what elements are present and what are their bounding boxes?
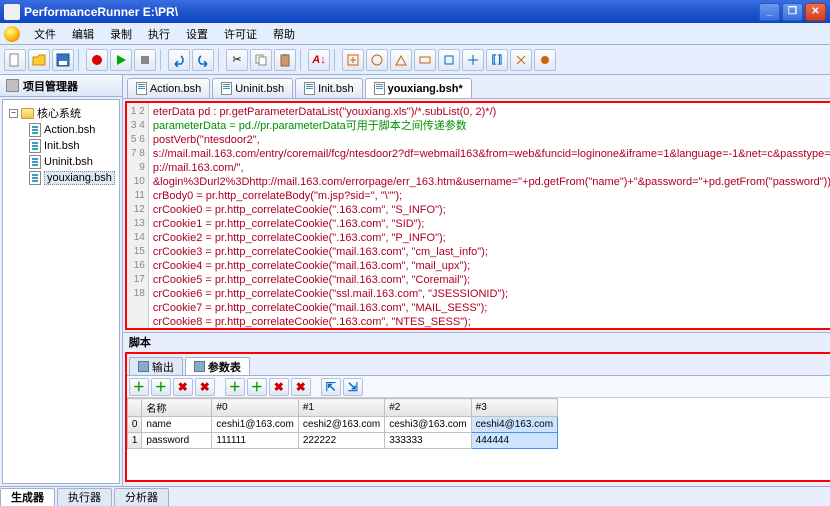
output-icon — [138, 361, 149, 372]
stop-button[interactable] — [134, 49, 156, 71]
script-icon — [29, 171, 41, 185]
menu-license[interactable]: 许可证 — [216, 24, 265, 44]
redo-button[interactable] — [192, 49, 214, 71]
save-button[interactable] — [52, 49, 74, 71]
menubar: 文件 编辑 录制 执行 设置 许可证 帮助 — [0, 23, 830, 45]
play-button[interactable] — [110, 49, 132, 71]
tree-item-init[interactable]: Init.bsh — [5, 138, 117, 154]
footer-tab-executor[interactable]: 执行器 — [57, 488, 112, 506]
tab-output[interactable]: 输出 — [129, 357, 183, 375]
bottom-panel: 输出 参数表 ＋ ＋ ✖ ✖ ＋ ＋ ✖ ✖ ⇱ ⇲ 名称#0#1#2#30na… — [125, 352, 830, 482]
script-icon — [136, 82, 147, 95]
param-toolbar: ＋ ＋ ✖ ✖ ＋ ＋ ✖ ✖ ⇱ ⇲ — [127, 376, 830, 398]
close-button[interactable]: ✕ — [805, 3, 826, 21]
export-button[interactable]: ⇲ — [343, 378, 363, 396]
sidebar: 项目管理器 − 核心系统 Action.bsh Init.bsh Uninit.… — [0, 75, 123, 486]
menu-help[interactable]: 帮助 — [265, 24, 303, 44]
delete-button[interactable]: ✖ — [173, 378, 193, 396]
delete-button-2[interactable]: ✖ — [269, 378, 289, 396]
new-button[interactable] — [4, 49, 26, 71]
project-tree[interactable]: − 核心系统 Action.bsh Init.bsh Uninit.bsh yo… — [2, 99, 120, 484]
font-button[interactable]: A↓ — [308, 49, 330, 71]
titlebar: PerformanceRunner E:\PR\ _ ❐ ✕ — [0, 0, 830, 23]
menu-settings[interactable]: 设置 — [178, 24, 216, 44]
tree-item-uninit[interactable]: Uninit.bsh — [5, 154, 117, 170]
line-gutter: 1 2 3 4 5 6 7 8 9 10 11 12 13 14 15 16 1… — [127, 103, 149, 328]
tool-6[interactable] — [462, 49, 484, 71]
tab-uninit[interactable]: Uninit.bsh — [212, 78, 293, 98]
script-icon — [374, 82, 385, 95]
panel-icon — [6, 79, 19, 92]
tree-root-label: 核心系统 — [37, 105, 81, 121]
script-icon — [29, 139, 41, 153]
open-button[interactable] — [28, 49, 50, 71]
tool-1[interactable] — [342, 49, 364, 71]
tree-root[interactable]: − 核心系统 — [5, 104, 117, 122]
import-button[interactable]: ⇱ — [321, 378, 341, 396]
menu-run[interactable]: 执行 — [140, 24, 178, 44]
bottom-tabbar: 输出 参数表 — [127, 354, 830, 376]
script-icon — [221, 82, 232, 95]
tool-3[interactable] — [390, 49, 412, 71]
add-col-button-2[interactable]: ＋ — [247, 378, 267, 396]
tool-8[interactable] — [510, 49, 532, 71]
tab-init[interactable]: Init.bsh — [295, 78, 362, 98]
add-col-button[interactable]: ＋ — [151, 378, 171, 396]
script-tab-label[interactable]: 脚本 — [123, 332, 830, 350]
folder-icon — [21, 108, 34, 119]
param-grid[interactable]: 名称#0#1#2#30nameceshi1@163.comceshi2@163.… — [127, 398, 830, 480]
record-button[interactable] — [86, 49, 108, 71]
menu-edit[interactable]: 编辑 — [64, 24, 102, 44]
script-icon — [29, 155, 41, 169]
code-editor[interactable]: 1 2 3 4 5 6 7 8 9 10 11 12 13 14 15 16 1… — [125, 101, 830, 330]
footer-tab-analyzer[interactable]: 分析器 — [114, 488, 169, 506]
menu-record[interactable]: 录制 — [102, 24, 140, 44]
sidebar-header: 项目管理器 — [0, 75, 122, 97]
footer-tabbar: 生成器 执行器 分析器 — [0, 486, 830, 506]
tab-youxiang[interactable]: youxiang.bsh* — [365, 78, 472, 98]
table-icon — [194, 361, 205, 372]
code-area[interactable]: eterData pd : pr.getParameterDataList("y… — [149, 103, 830, 328]
tool-7[interactable]: ⟦⟧ — [486, 49, 508, 71]
script-icon — [29, 123, 41, 137]
script-icon — [304, 82, 315, 95]
app-icon — [4, 4, 20, 20]
footer-tab-generator[interactable]: 生成器 — [0, 488, 55, 506]
tool-9[interactable] — [534, 49, 556, 71]
tool-4[interactable] — [414, 49, 436, 71]
clear-button-2[interactable]: ✖ — [291, 378, 311, 396]
paste-button[interactable] — [274, 49, 296, 71]
window-title: PerformanceRunner E:\PR\ — [24, 5, 759, 19]
clear-button[interactable]: ✖ — [195, 378, 215, 396]
undo-button[interactable] — [168, 49, 190, 71]
sidebar-title: 项目管理器 — [23, 78, 78, 94]
app-logo-icon — [4, 26, 20, 42]
copy-button[interactable] — [250, 49, 272, 71]
add-row-button-2[interactable]: ＋ — [225, 378, 245, 396]
tab-params[interactable]: 参数表 — [185, 357, 250, 375]
editor-tabbar: Action.bsh Uninit.bsh Init.bsh youxiang.… — [123, 75, 830, 99]
collapse-icon[interactable]: − — [9, 109, 18, 118]
tree-item-action[interactable]: Action.bsh — [5, 122, 117, 138]
tool-2[interactable] — [366, 49, 388, 71]
tree-item-youxiang[interactable]: youxiang.bsh — [5, 170, 117, 186]
menu-file[interactable]: 文件 — [26, 24, 64, 44]
toolbar: ✂ A↓ ⟦⟧ — [0, 45, 830, 75]
add-row-button[interactable]: ＋ — [129, 378, 149, 396]
cut-button[interactable]: ✂ — [226, 49, 248, 71]
tab-action[interactable]: Action.bsh — [127, 78, 210, 98]
minimize-button[interactable]: _ — [759, 3, 780, 21]
maximize-button[interactable]: ❐ — [782, 3, 803, 21]
tool-5[interactable] — [438, 49, 460, 71]
